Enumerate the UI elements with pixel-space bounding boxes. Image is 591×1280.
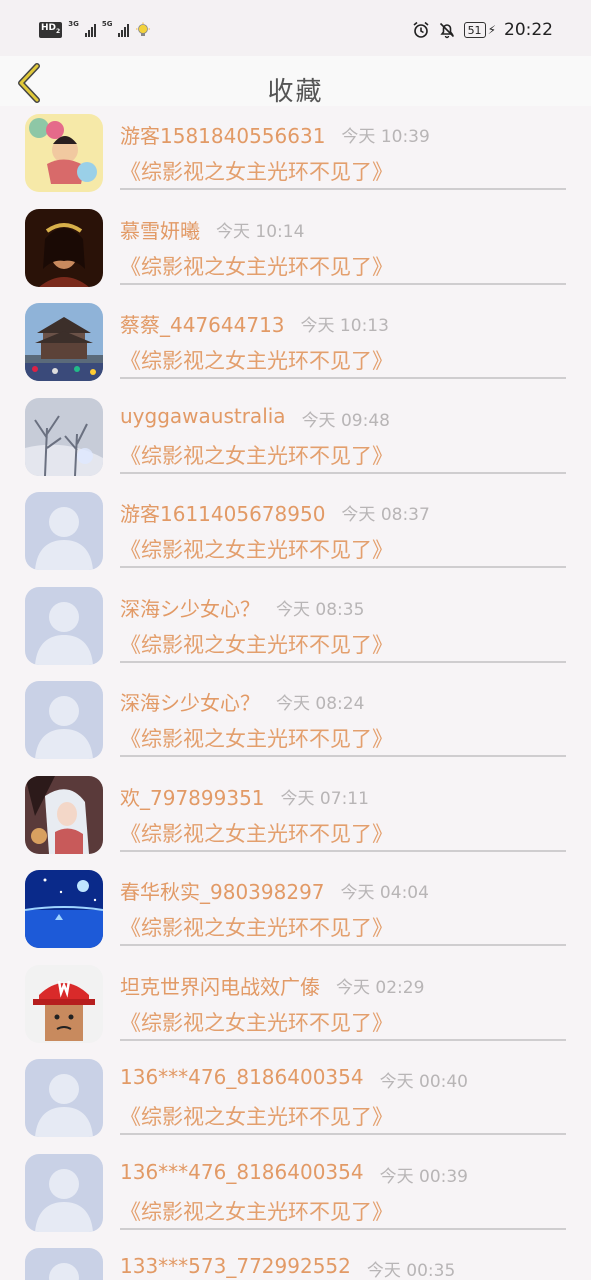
status-time: 20:22 — [504, 20, 553, 40]
timestamp: 今天 10:39 — [341, 127, 430, 147]
timestamp: 今天 08:24 — [276, 694, 365, 714]
timestamp: 今天 04:04 — [340, 883, 429, 903]
list-item[interactable]: uyggawaustralia 今天 09:48 《综影视之女主光环不见了》 — [0, 390, 591, 485]
user-name: 136***476_8186400354 — [120, 1065, 364, 1089]
divider — [120, 944, 566, 946]
divider — [120, 1038, 566, 1041]
divider — [120, 377, 566, 379]
timestamp: 今天 10:13 — [300, 316, 389, 336]
avatar[interactable] — [25, 870, 103, 948]
hd-badge: HD2 — [39, 22, 63, 38]
book-title[interactable]: 《综影视之女主光环不见了》 — [120, 251, 393, 281]
avatar[interactable] — [25, 1059, 103, 1137]
timestamp: 今天 00:40 — [379, 1072, 468, 1092]
avatar[interactable] — [25, 492, 103, 570]
user-name: 深海シ少女心？ — [120, 596, 260, 621]
status-right: 51 ⚡ 20:22 — [412, 20, 553, 40]
book-title[interactable]: 《综影视之女主光环不见了》 — [120, 1101, 393, 1131]
user-name: 坦克世界闪电战效广傣 — [120, 974, 320, 999]
timestamp: 今天 00:35 — [366, 1261, 456, 1280]
status-left: HD2 3G 5G — [39, 19, 151, 38]
avatar[interactable] — [25, 775, 103, 854]
avatar[interactable] — [25, 208, 103, 287]
timestamp: 今天 07:11 — [280, 788, 369, 809]
book-title[interactable]: 《综影视之女主光环不见了》 — [120, 440, 393, 470]
divider — [120, 1227, 566, 1230]
status-bar: HD2 3G 5G 51 ⚡ 20:22 — [0, 0, 591, 56]
list-item[interactable]: 133***573_772992552 今天 00:35 《综影视之女主光环不见… — [0, 1240, 591, 1280]
timestamp: 今天 00:39 — [379, 1166, 468, 1187]
favorites-list: 游客1581840556631 今天 10:39 《综影视之女主光环不见了》 慕… — [0, 106, 591, 1280]
book-title[interactable]: 《综影视之女主光环不见了》 — [120, 345, 393, 375]
user-name: 慕雪妍曦 — [120, 218, 200, 243]
book-title[interactable]: 《综影视之女主光环不见了》 — [120, 629, 393, 659]
network-label-2: 5G — [101, 19, 113, 28]
list-item[interactable]: 136***476_8186400354 今天 00:40 《综影视之女主光环不… — [0, 1051, 591, 1146]
book-title[interactable]: 《综影视之女主光环不见了》 — [120, 723, 393, 753]
charging-icon: ⚡ — [487, 23, 496, 37]
divider — [120, 566, 566, 568]
list-item[interactable]: 春华秋实_980398297 今天 04:04 《综影视之女主光环不见了》 — [0, 862, 591, 957]
signal-icon — [118, 23, 130, 37]
user-name: 游客1581840556631 — [120, 124, 326, 148]
timestamp: 今天 10:14 — [216, 221, 305, 242]
book-title[interactable]: 《综影视之女主光环不见了》 — [120, 156, 393, 186]
avatar[interactable] — [25, 303, 103, 381]
avatar[interactable] — [25, 1248, 103, 1280]
timestamp: 今天 09:48 — [301, 410, 390, 431]
list-item[interactable]: 欢_797899351 今天 07:11 《综影视之女主光环不见了》 — [0, 768, 591, 863]
list-item[interactable]: 坦克世界闪电战效广傣 今天 02:29 《综影视之女主光环不见了》 — [0, 957, 591, 1052]
timestamp: 今天 08:35 — [276, 599, 365, 620]
bulb-icon — [136, 22, 151, 36]
list-item[interactable]: 游客1581840556631 今天 10:39 《综影视之女主光环不见了》 — [0, 106, 591, 201]
user-name: 蔡蔡_447644713 — [120, 313, 285, 337]
divider — [120, 282, 566, 285]
divider — [120, 188, 566, 190]
avatar[interactable] — [25, 114, 103, 192]
avatar[interactable] — [25, 964, 103, 1043]
timestamp: 今天 02:29 — [336, 977, 425, 998]
book-title[interactable]: 《综影视之女主光环不见了》 — [120, 1007, 393, 1037]
book-title[interactable]: 《综影视之女主光环不见了》 — [120, 912, 393, 942]
user-name: 欢_797899351 — [120, 785, 265, 810]
user-name: uyggawaustralia — [120, 403, 286, 428]
timestamp: 今天 08:37 — [341, 505, 430, 525]
book-title[interactable]: 《综影视之女主光环不见了》 — [120, 818, 393, 848]
list-item[interactable]: 136***476_8186400354 今天 00:39 《综影视之女主光环不… — [0, 1146, 591, 1241]
avatar[interactable] — [25, 1153, 103, 1232]
avatar[interactable] — [25, 586, 103, 665]
divider — [120, 471, 566, 474]
list-item[interactable]: 游客1611405678950 今天 08:37 《综影视之女主光环不见了》 — [0, 484, 591, 579]
list-item[interactable]: 深海シ少女心？ 今天 08:24 《综影视之女主光环不见了》 — [0, 673, 591, 768]
divider — [120, 849, 566, 852]
title-bar: 收藏 — [0, 56, 591, 107]
divider — [120, 660, 566, 663]
divider — [120, 755, 566, 757]
list-item[interactable]: 慕雪妍曦 今天 10:14 《综影视之女主光环不见了》 — [0, 201, 591, 296]
avatar[interactable] — [25, 681, 103, 759]
network-label-1: 3G — [68, 19, 79, 28]
book-title[interactable]: 《综影视之女主光环不见了》 — [120, 534, 393, 564]
battery-indicator: 51 — [463, 22, 486, 38]
avatar[interactable] — [25, 397, 103, 476]
user-name: 深海シ少女心？ — [120, 691, 260, 715]
user-name: 136***476_8186400354 — [120, 1159, 364, 1184]
page-title: 收藏 — [267, 77, 324, 107]
mute-bell-icon — [439, 22, 454, 39]
user-name: 133***573_772992552 — [120, 1254, 351, 1278]
book-title[interactable]: 《综影视之女主光环不见了》 — [120, 1196, 393, 1226]
divider — [120, 1133, 566, 1135]
list-item[interactable]: 深海シ少女心？ 今天 08:35 《综影视之女主光环不见了》 — [0, 579, 591, 674]
user-name: 春华秋实_980398297 — [120, 880, 325, 904]
user-name: 游客1611405678950 — [120, 502, 326, 526]
signal-icon — [84, 23, 96, 37]
alarm-icon — [413, 21, 429, 38]
list-item[interactable]: 蔡蔡_447644713 今天 10:13 《综影视之女主光环不见了》 — [0, 295, 591, 390]
